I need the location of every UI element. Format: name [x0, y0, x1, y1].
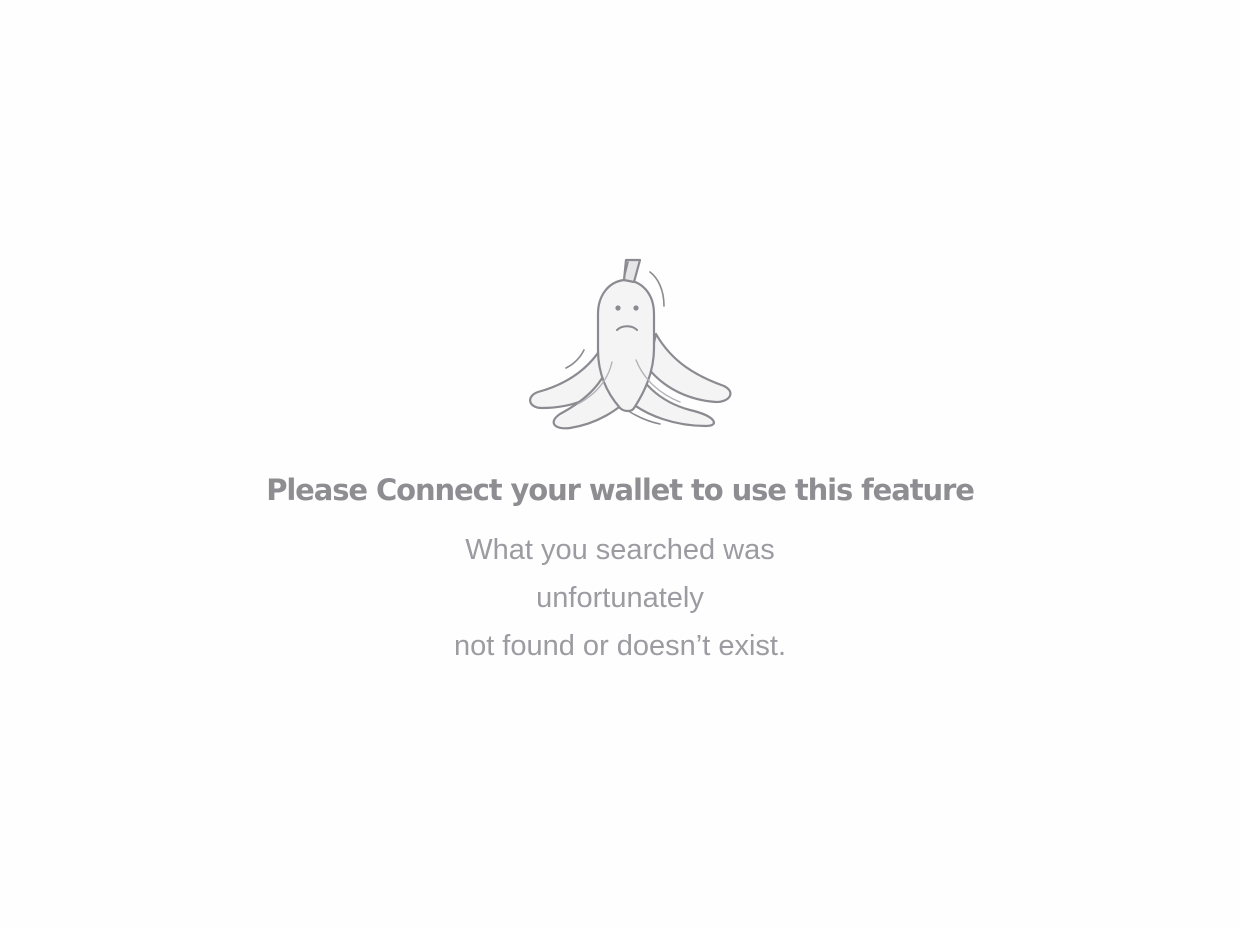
banana-peel-sad-icon	[529, 258, 732, 430]
empty-state-page: Please Connect your wallet to use this f…	[0, 0, 1240, 928]
empty-state-message: What you searched was unfortunately not …	[0, 526, 1240, 670]
message-line: unfortunately	[536, 582, 704, 614]
page-title: Please Connect your wallet to use this f…	[266, 473, 975, 507]
message-line: What you searched was	[465, 534, 775, 566]
message-line: not found or doesn’t exist.	[453, 630, 787, 662]
